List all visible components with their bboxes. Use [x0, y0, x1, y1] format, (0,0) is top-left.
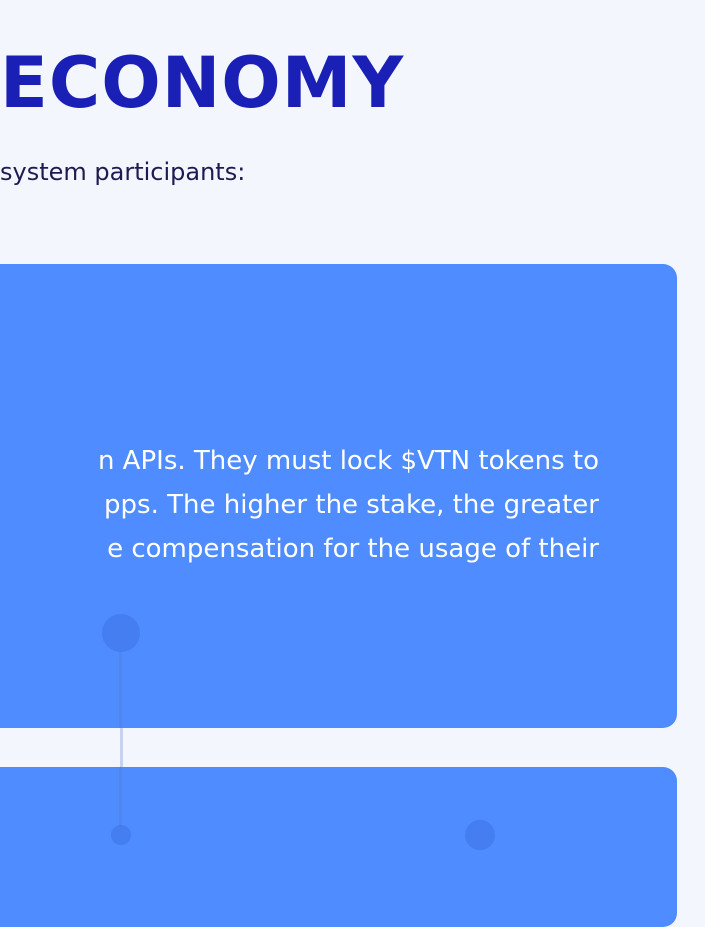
participant-card — [0, 767, 677, 927]
intro-text: system participants: — [0, 158, 246, 186]
decorative-node — [111, 825, 131, 845]
decorative-node — [465, 820, 495, 850]
connector-line — [120, 728, 123, 767]
card-description: n APIs. They must lock $VTN tokens to pp… — [39, 439, 599, 571]
card-line: n APIs. They must lock $VTN tokens to — [97, 446, 599, 476]
decorative-line — [119, 767, 122, 827]
participant-card: n APIs. They must lock $VTN tokens to pp… — [0, 264, 677, 728]
card-line: pps. The higher the stake, the greater — [104, 490, 599, 520]
section-title: ECONOMY — [0, 42, 405, 124]
decorative-node — [102, 614, 140, 652]
decorative-line — [119, 652, 122, 728]
card-line: e compensation for the usage of their — [107, 534, 599, 564]
